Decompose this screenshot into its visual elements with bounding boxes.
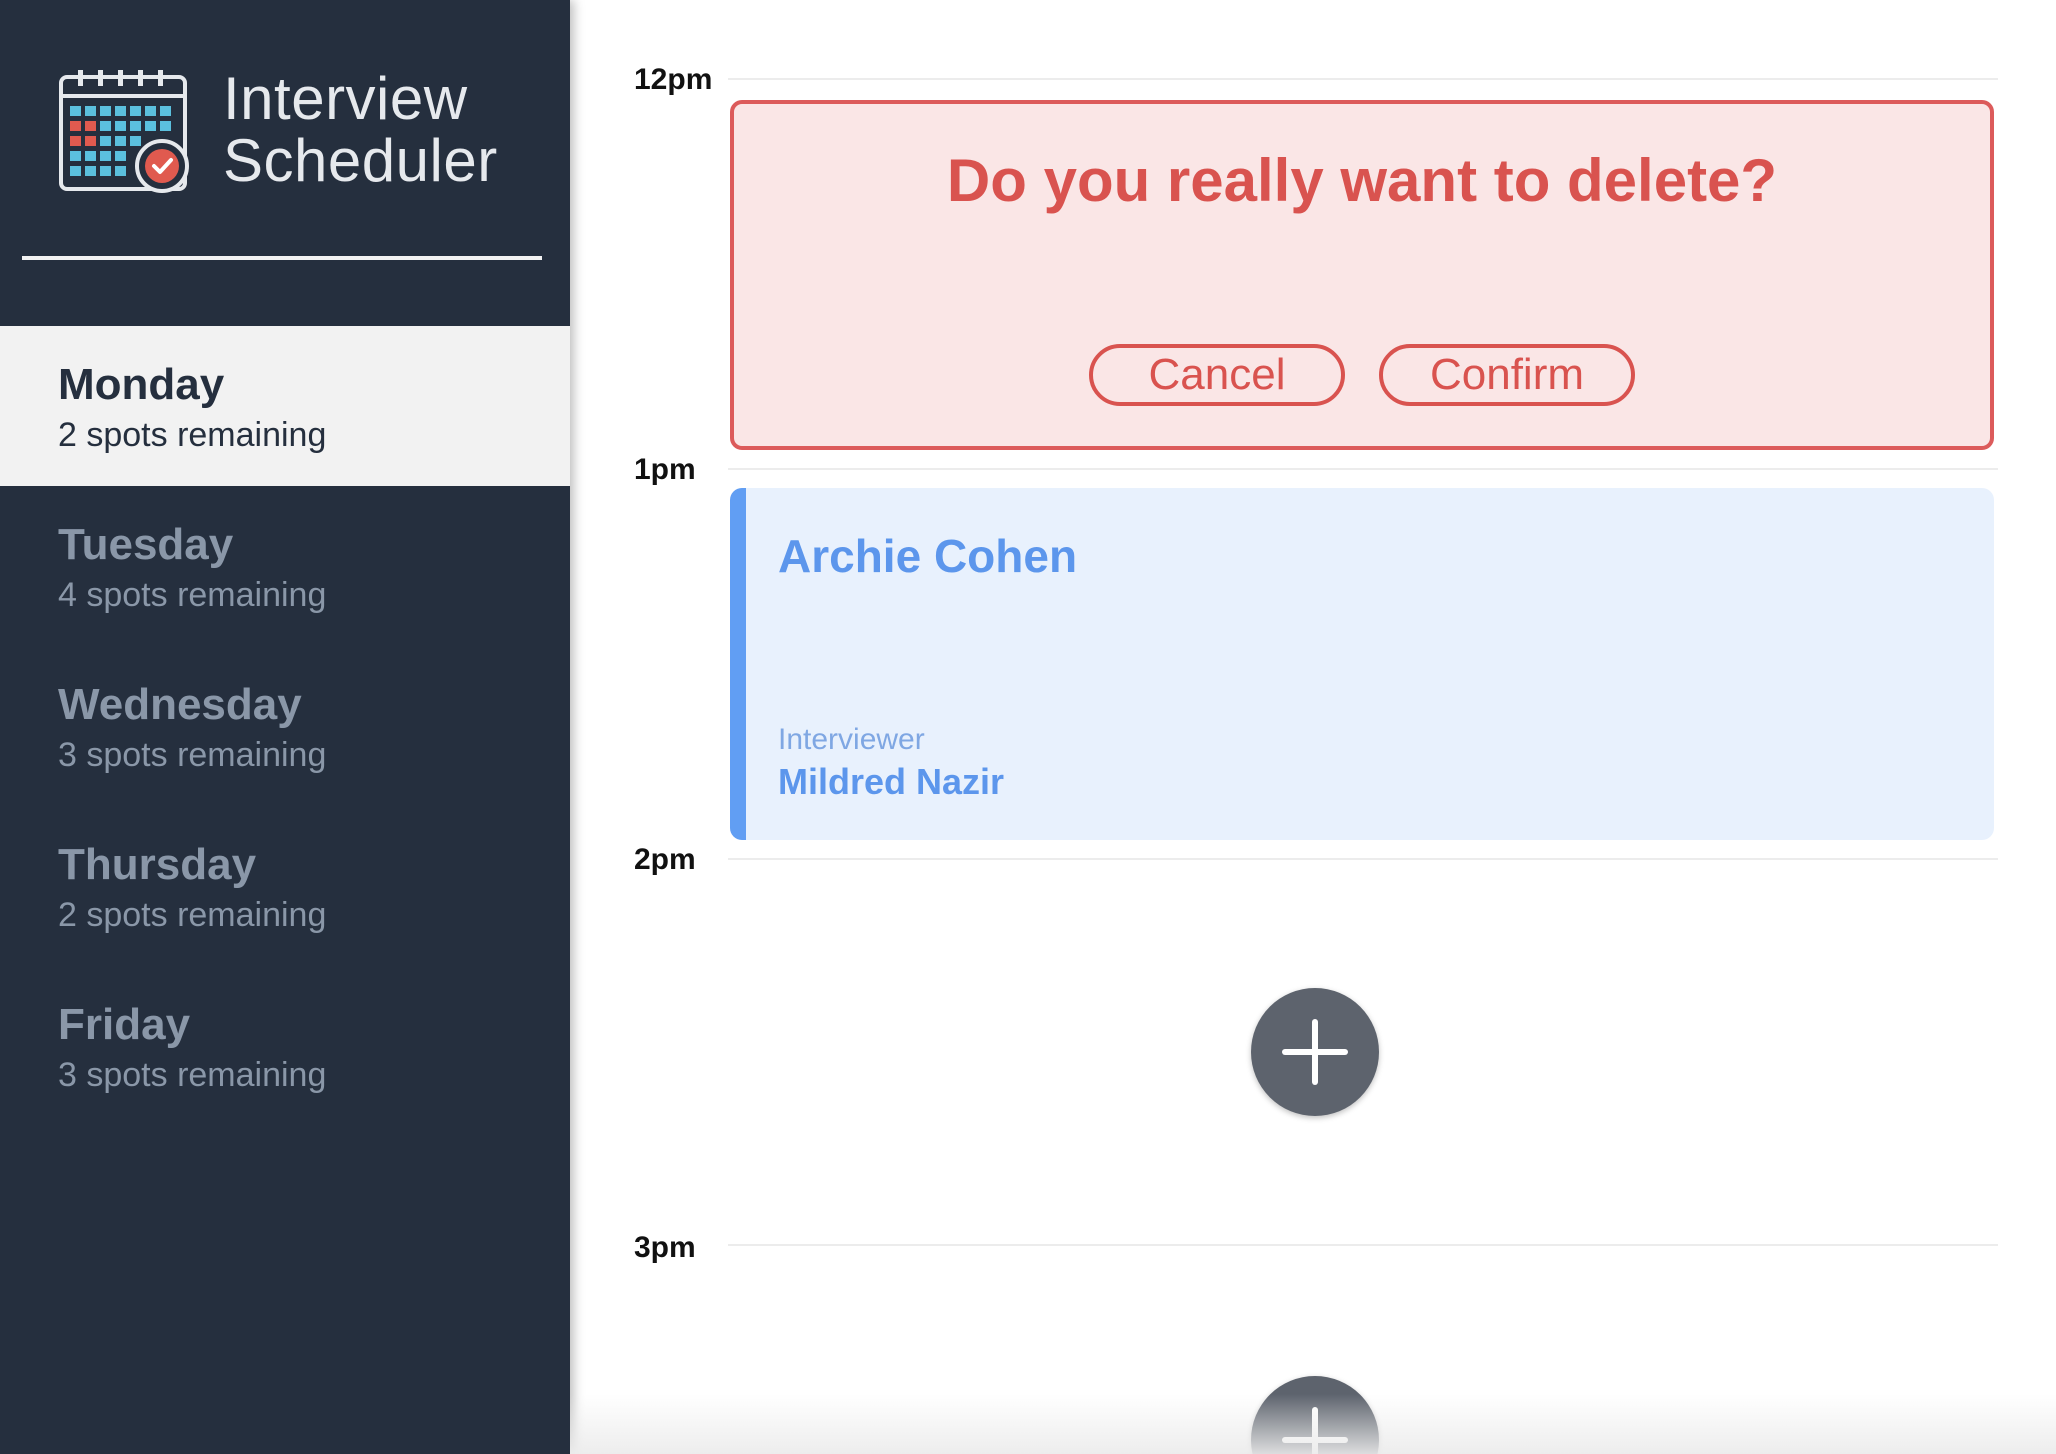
slot-time-12pm: 12pm — [634, 63, 713, 96]
app-title: Interview Scheduler — [223, 68, 498, 192]
plus-icon — [1282, 1019, 1348, 1085]
confirm-button[interactable]: Confirm — [1379, 344, 1635, 406]
slot-divider — [728, 78, 1998, 80]
day-name: Thursday — [58, 840, 257, 889]
cancel-button[interactable]: Cancel — [1089, 344, 1345, 406]
sidebar: Interview Scheduler Monday 2 spots remai… — [0, 0, 570, 1454]
day-item-wednesday[interactable]: Wednesday 3 spots remaining — [0, 646, 570, 806]
confirm-actions: Cancel Confirm — [734, 344, 1990, 406]
day-item-thursday[interactable]: Thursday 2 spots remaining — [0, 806, 570, 966]
day-item-monday[interactable]: Monday 2 spots remaining — [0, 326, 570, 486]
day-list: Monday 2 spots remaining Tuesday 4 spots… — [0, 326, 570, 1126]
day-item-tuesday[interactable]: Tuesday 4 spots remaining — [0, 486, 570, 646]
interviewer-label: Interviewer — [778, 723, 925, 756]
appointment-card[interactable]: Archie Cohen Interviewer Mildred Nazir — [730, 488, 1994, 840]
day-name: Monday — [58, 360, 225, 409]
app-title-line2: Scheduler — [223, 127, 498, 194]
schedule: 12pm Do you really want to delete? Cance… — [570, 0, 2056, 1454]
day-spots: 2 spots remaining — [58, 416, 327, 454]
day-spots: 3 spots remaining — [58, 736, 327, 774]
delete-confirmation: Do you really want to delete? Cancel Con… — [730, 100, 1994, 450]
day-name: Tuesday — [58, 520, 234, 569]
calendar-check-icon — [59, 69, 189, 193]
add-appointment-button[interactable] — [1251, 988, 1379, 1116]
interviewer-name: Mildred Nazir — [778, 761, 1005, 802]
day-item-friday[interactable]: Friday 3 spots remaining — [0, 966, 570, 1126]
day-spots: 3 spots remaining — [58, 1056, 327, 1094]
sidebar-divider — [22, 256, 542, 260]
day-spots: 4 spots remaining — [58, 576, 327, 614]
student-name: Archie Cohen — [778, 530, 1078, 582]
day-spots: 2 spots remaining — [58, 896, 327, 934]
slot-divider — [728, 468, 1998, 470]
slot-time-2pm: 2pm — [634, 843, 696, 876]
slot-divider — [728, 1244, 1998, 1246]
app-title-line1: Interview — [223, 65, 468, 132]
brand: Interview Scheduler — [58, 66, 518, 194]
slot-divider — [728, 858, 1998, 860]
slot-time-1pm: 1pm — [634, 453, 696, 486]
slot-time-3pm: 3pm — [634, 1231, 696, 1264]
app: Interview Scheduler Monday 2 spots remai… — [0, 0, 2056, 1454]
scroll-fade — [570, 1394, 2056, 1454]
day-name: Wednesday — [58, 680, 302, 729]
day-name: Friday — [58, 1000, 191, 1049]
confirm-message: Do you really want to delete? — [946, 147, 1778, 214]
